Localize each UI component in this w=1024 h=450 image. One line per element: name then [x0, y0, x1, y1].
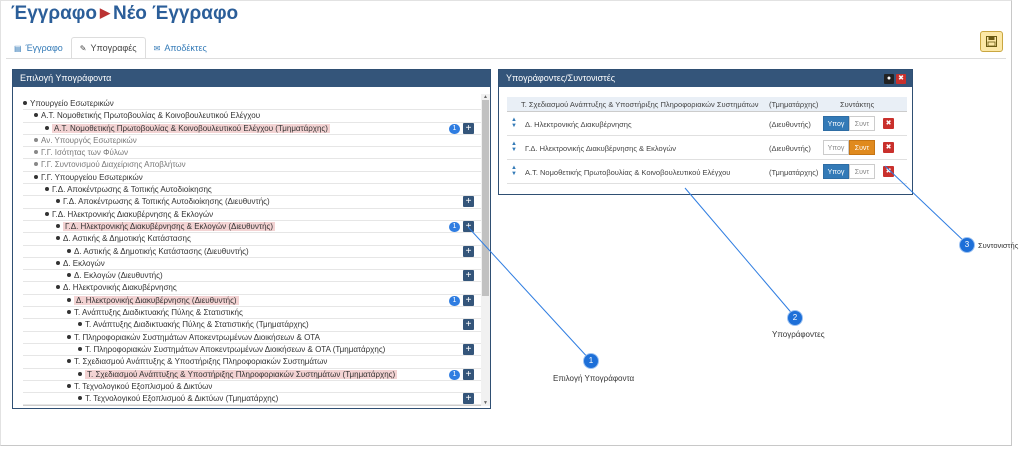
callout-line-2 — [684, 187, 796, 318]
callout-badge-3: 3 — [960, 238, 974, 252]
callout-badge-1: 1 — [584, 354, 598, 368]
page-frame: Έγγραφο ▶ Νέο Έγγραφο ▤ Έγγραφο ✎ Υπογραφέ… — [0, 0, 1018, 446]
callout-label-3: Συντονιστής — [978, 241, 1019, 250]
callout-badge-2: 2 — [788, 311, 802, 325]
callout-lines — [467, 165, 968, 362]
callout-label-1: Επιλογή Υπογράφοντα — [553, 374, 635, 383]
callout-line-1 — [467, 226, 592, 362]
callout-label-2: Υπογράφοντες — [772, 330, 825, 339]
callout-line-3 — [884, 165, 968, 245]
